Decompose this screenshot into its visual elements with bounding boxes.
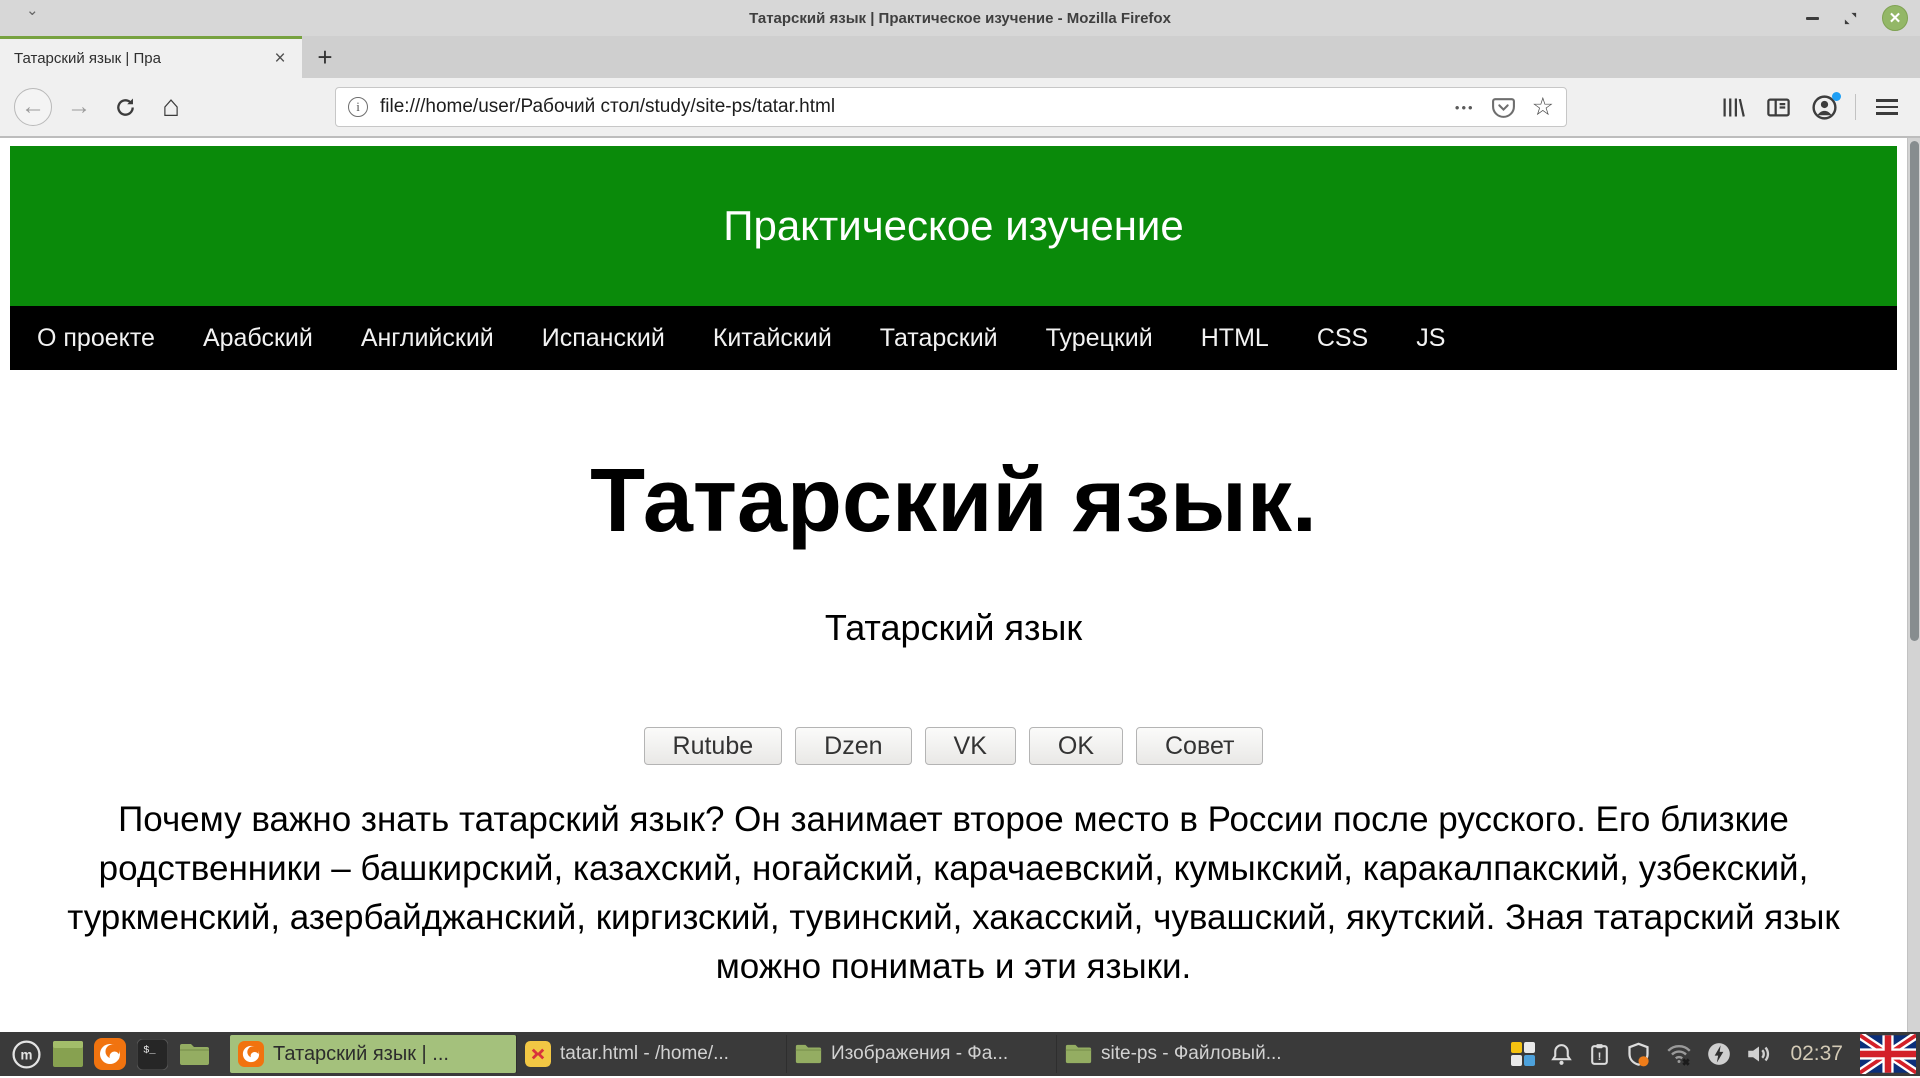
- browser-viewport: Практическое изучение О проекте Арабский…: [0, 138, 1920, 1032]
- nav-link-about[interactable]: О проекте: [37, 324, 155, 353]
- taskbar-window-label: Изображения - Фа...: [831, 1043, 1008, 1065]
- show-desktop-button[interactable]: [50, 1036, 86, 1072]
- update-manager-icon[interactable]: !: [1587, 1042, 1612, 1067]
- files-launcher[interactable]: [176, 1036, 212, 1072]
- desktop-icon: [53, 1041, 83, 1067]
- mint-logo-icon: m: [11, 1039, 42, 1070]
- toolbar-separator: [1855, 94, 1856, 120]
- taskbar-window-editor[interactable]: tatar.html - /home/...: [516, 1035, 786, 1073]
- site-info-icon[interactable]: i: [348, 97, 368, 117]
- page-subtitle: Татарский язык: [10, 607, 1897, 649]
- terminal-launcher[interactable]: $_: [134, 1036, 170, 1072]
- library-icon: [1719, 94, 1746, 121]
- nav-link-css[interactable]: CSS: [1317, 324, 1368, 353]
- system-tray: ! 02:37: [1510, 1034, 1916, 1074]
- page-title: Татарский язык.: [10, 450, 1897, 553]
- reload-button[interactable]: [106, 88, 144, 126]
- nav-link-js[interactable]: JS: [1416, 324, 1445, 353]
- keyboard-layout-uk-flag-icon[interactable]: [1860, 1034, 1916, 1074]
- nav-link-spanish[interactable]: Испанский: [542, 324, 665, 353]
- notifications-bell-icon[interactable]: [1549, 1042, 1574, 1067]
- nav-link-chinese[interactable]: Китайский: [713, 324, 832, 353]
- tab-tatar-language[interactable]: Татарский язык | Пра ×: [0, 36, 302, 78]
- taskbar-window-images-folder[interactable]: Изображения - Фа...: [786, 1035, 1056, 1073]
- page-actions-icon[interactable]: •••: [1455, 100, 1475, 115]
- svg-text:m: m: [20, 1047, 32, 1062]
- forward-button[interactable]: →: [60, 88, 98, 126]
- maximize-icon: [1843, 11, 1858, 26]
- back-button[interactable]: ←: [14, 88, 52, 126]
- intro-paragraph: Почему важно знать татарский язык? Он за…: [54, 795, 1854, 991]
- close-button[interactable]: ✕: [1882, 5, 1908, 31]
- svg-text:$_: $_: [143, 1044, 156, 1056]
- maximize-button[interactable]: [1843, 11, 1858, 26]
- firewall-shield-icon[interactable]: [1625, 1041, 1652, 1068]
- url-text[interactable]: file:///home/user/Рабочий стол/study/sit…: [380, 96, 835, 118]
- pocket-icon[interactable]: [1491, 95, 1516, 120]
- navigation-toolbar: ← → ⌂ i file:///home/user/Рабочий стол/s…: [0, 78, 1920, 138]
- taskbar-window-label: site-ps - Файловый...: [1101, 1043, 1282, 1065]
- tab-close-icon[interactable]: ×: [268, 48, 292, 70]
- scrollbar-thumb[interactable]: [1910, 141, 1919, 641]
- site-nav: О проекте Арабский Английский Испанский …: [10, 306, 1897, 370]
- page-scrollbar[interactable]: [1907, 138, 1920, 1032]
- bookmark-star-icon[interactable]: ☆: [1532, 92, 1554, 122]
- nav-link-turkish[interactable]: Турецкий: [1046, 324, 1153, 353]
- menu-button[interactable]: [1868, 88, 1906, 126]
- window-title: Татарский язык | Практическое изучение -…: [749, 10, 1171, 27]
- wifi-disconnected-icon[interactable]: [1665, 1041, 1693, 1067]
- taskbar-window-label: tatar.html - /home/...: [560, 1043, 729, 1065]
- dzen-button[interactable]: Dzen: [795, 727, 911, 765]
- mint-menu-button[interactable]: m: [8, 1036, 44, 1072]
- workspace-switcher-icon[interactable]: [1510, 1041, 1536, 1067]
- account-button[interactable]: [1805, 88, 1843, 126]
- social-buttons-row: Rutube Dzen VK OK Совет: [10, 727, 1897, 765]
- volume-icon[interactable]: [1745, 1041, 1773, 1067]
- tab-strip: Татарский язык | Пра × +: [0, 36, 1920, 78]
- sovet-button[interactable]: Совет: [1136, 727, 1263, 765]
- tab-title: Татарский язык | Пра: [14, 50, 161, 67]
- taskbar-window-label: Татарский язык | ...: [273, 1043, 449, 1066]
- window-titlebar: ⌄ Татарский язык | Практическое изучение…: [0, 0, 1920, 36]
- sidebar-icon: [1765, 94, 1792, 121]
- taskbar-clock[interactable]: 02:37: [1790, 1042, 1843, 1066]
- taskbar-window-firefox-active[interactable]: Татарский язык | ...: [230, 1035, 516, 1073]
- library-button[interactable]: [1713, 88, 1751, 126]
- home-button[interactable]: ⌂: [152, 88, 190, 126]
- minimize-button[interactable]: [1806, 17, 1819, 20]
- firefox-launcher[interactable]: [92, 1036, 128, 1072]
- ok-button[interactable]: OK: [1029, 727, 1123, 765]
- nav-link-english[interactable]: Английский: [361, 324, 494, 353]
- vk-button[interactable]: VK: [925, 727, 1016, 765]
- new-tab-button[interactable]: +: [302, 36, 348, 78]
- nav-link-arabic[interactable]: Арабский: [203, 324, 313, 353]
- sidebar-button[interactable]: [1759, 88, 1797, 126]
- site-header: Практическое изучение: [10, 146, 1897, 306]
- text-editor-icon: [525, 1041, 551, 1067]
- reload-icon: [114, 96, 137, 119]
- svg-text:!: !: [1598, 1051, 1602, 1063]
- taskbar: m $_ Татарски: [0, 1032, 1920, 1076]
- folder-icon: [795, 1043, 822, 1065]
- tab-title-fade: [174, 50, 210, 67]
- firefox-icon: [94, 1038, 126, 1070]
- folder-icon: [1065, 1043, 1092, 1065]
- window-menu-chevron-icon[interactable]: ⌄: [26, 1, 39, 19]
- firefox-icon: [238, 1041, 264, 1067]
- nav-link-html[interactable]: HTML: [1201, 324, 1269, 353]
- account-notification-dot: [1832, 92, 1841, 101]
- folder-icon: [179, 1042, 210, 1067]
- terminal-icon: $_: [137, 1039, 168, 1070]
- nav-link-tatar[interactable]: Татарский: [880, 324, 998, 353]
- taskbar-window-siteps-folder[interactable]: site-ps - Файловый...: [1056, 1035, 1326, 1073]
- url-bar[interactable]: i file:///home/user/Рабочий стол/study/s…: [335, 87, 1567, 127]
- power-manager-icon[interactable]: [1706, 1041, 1732, 1067]
- site-header-title: Практическое изучение: [723, 202, 1183, 250]
- rutube-button[interactable]: Rutube: [644, 727, 783, 765]
